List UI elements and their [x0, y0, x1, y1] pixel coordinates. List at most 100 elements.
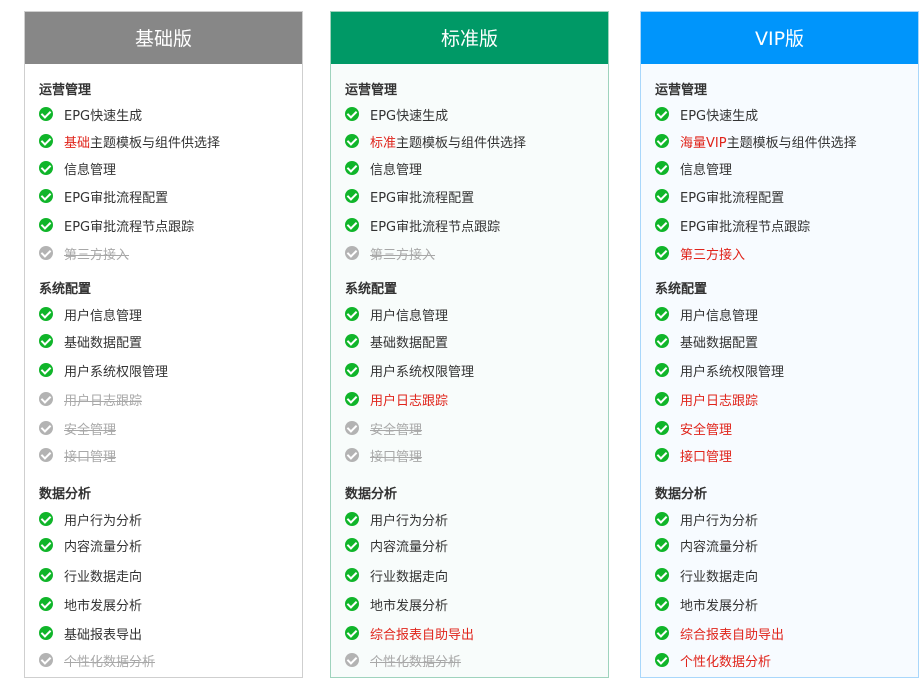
feature-label: 用户日志跟踪: [680, 390, 758, 409]
check-circle-icon: [655, 392, 669, 406]
feature-item: EPG审批流程节点跟踪: [655, 216, 810, 235]
feature-item: 安全管理: [39, 419, 116, 438]
check-circle-icon: [655, 107, 669, 121]
feature-item: 标准主题模板与组件供选择: [345, 132, 526, 151]
feature-text: 安全管理: [680, 422, 733, 438]
feature-label: 内容流量分析: [370, 536, 448, 555]
feature-label: 用户系统权限管理: [64, 361, 168, 380]
feature-text: 基础报表导出: [64, 627, 143, 643]
feature-label: 用户信息管理: [370, 305, 448, 324]
feature-label: 用户行为分析: [680, 510, 758, 529]
feature-label: 综合报表自助导出: [370, 624, 474, 643]
feature-text: 综合报表自助导出: [680, 627, 785, 643]
feature-label: 安全管理: [680, 419, 732, 438]
feature-text: 用户行为分析: [64, 513, 143, 529]
feature-label: 行业数据走向: [680, 566, 758, 585]
feature-text: 基础数据配置: [370, 335, 449, 351]
check-circle-icon: [655, 448, 669, 462]
feature-label: 基础数据配置: [370, 332, 448, 351]
feature-label: 用户系统权限管理: [680, 361, 784, 380]
feature-text: EPG审批流程节点跟踪: [680, 219, 811, 235]
check-circle-icon: [655, 307, 669, 321]
feature-item: 用户行为分析: [655, 510, 758, 529]
feature-text: 用户日志跟踪: [64, 393, 143, 409]
feature-item: 用户系统权限管理: [39, 361, 168, 380]
feature-item: 信息管理: [39, 159, 116, 178]
feature-text: 地市发展分析: [64, 598, 143, 614]
feature-item: 接口管理: [39, 446, 116, 465]
plan-card-vip: VIP版 运营管理 EPG快速生成 海量VIP主题模板与组件供选择 信息管理 EPG审批…: [640, 11, 919, 678]
check-circle-icon: [39, 161, 53, 175]
feature-text: 信息管理: [370, 162, 423, 178]
feature-text: 第三方接入: [64, 247, 130, 263]
feature-label: 内容流量分析: [64, 536, 142, 555]
feature-text: 个性化数据分析: [64, 654, 156, 670]
feature-label: EPG审批流程节点跟踪: [680, 216, 810, 235]
feature-item: 安全管理: [345, 419, 422, 438]
feature-label: 第三方接入: [370, 244, 435, 263]
feature-item: 第三方接入: [655, 244, 745, 263]
feature-item: 用户日志跟踪: [655, 390, 758, 409]
feature-item: EPG审批流程节点跟踪: [345, 216, 500, 235]
feature-item: 地市发展分析: [39, 595, 143, 614]
feature-text: 行业数据走向: [64, 569, 143, 585]
feature-label: 基础数据配置: [680, 332, 758, 351]
feature-label: EPG快速生成: [64, 105, 142, 124]
feature-text: 个性化数据分析: [370, 654, 462, 670]
feature-label: EPG审批流程配置: [64, 187, 168, 206]
check-circle-icon: [655, 597, 669, 611]
plan-card-basic: 基础版 运营管理 EPG快速生成 基础主题模板与组件供选择 信息管理 EPG审批流程配置…: [24, 11, 303, 678]
section-title: 运营管理: [655, 83, 708, 98]
feature-label: EPG快速生成: [680, 105, 758, 124]
check-circle-icon: [39, 107, 53, 121]
feature-item: 第三方接入: [345, 244, 435, 263]
feature-text: 用户行为分析: [370, 513, 449, 529]
feature-label: 用户日志跟踪: [64, 390, 142, 409]
feature-item: EPG审批流程节点跟踪: [39, 216, 194, 235]
feature-item: EPG审批流程配置: [655, 187, 784, 206]
feature-label: 第三方接入: [64, 244, 129, 263]
feature-item: 接口管理: [345, 446, 422, 465]
plan-card-standard: 标准版 运营管理 EPG快速生成 标准主题模板与组件供选择 信息管理 EPG审批流程配置…: [330, 11, 609, 678]
feature-item: 用户日志跟踪: [345, 390, 448, 409]
feature-item: 地市发展分析: [655, 595, 759, 614]
feature-label: EPG审批流程节点跟踪: [64, 216, 194, 235]
feature-text: 第三方接入: [370, 247, 436, 263]
feature-label: EPG审批流程节点跟踪: [370, 216, 500, 235]
check-circle-icon: [345, 334, 359, 348]
check-circle-icon: [39, 134, 53, 148]
feature-label: 用户信息管理: [680, 305, 758, 324]
section-title: 系统配置: [39, 282, 92, 297]
feature-label: 基础主题模板与组件供选择: [64, 132, 220, 151]
check-circle-icon: [39, 626, 53, 640]
feature-item: 内容流量分析: [655, 536, 759, 555]
feature-label: 地市发展分析: [370, 595, 448, 614]
check-circle-icon: [345, 512, 359, 526]
check-circle-icon: [655, 189, 669, 203]
check-circle-icon: [345, 189, 359, 203]
feature-item: 个性化数据分析: [39, 651, 156, 670]
check-circle-icon: [345, 568, 359, 582]
check-circle-icon: [39, 512, 53, 526]
feature-text: 地市发展分析: [680, 598, 759, 614]
feature-item: 用户行为分析: [39, 510, 143, 529]
check-circle-icon: [39, 246, 53, 260]
feature-item: 用户信息管理: [345, 305, 448, 324]
feature-text: 内容流量分析: [680, 539, 759, 555]
feature-item: EPG审批流程配置: [39, 187, 168, 206]
feature-item: 基础数据配置: [345, 332, 448, 351]
section-title: 运营管理: [39, 83, 92, 98]
feature-text: EPG快速生成: [680, 108, 759, 124]
feature-item: 行业数据走向: [39, 566, 143, 585]
feature-label: 安全管理: [64, 419, 116, 438]
feature-text: 用户信息管理: [370, 308, 449, 324]
check-circle-icon: [655, 568, 669, 582]
section-title: 系统配置: [345, 282, 398, 297]
feature-item: 内容流量分析: [39, 536, 142, 555]
feature-label: 标准主题模板与组件供选择: [370, 132, 526, 151]
feature-item: 基础主题模板与组件供选择: [39, 132, 220, 151]
feature-text: EPG快速生成: [64, 108, 143, 124]
check-circle-icon: [345, 653, 359, 667]
check-circle-icon: [39, 421, 53, 435]
feature-item: 第三方接入: [39, 244, 129, 263]
